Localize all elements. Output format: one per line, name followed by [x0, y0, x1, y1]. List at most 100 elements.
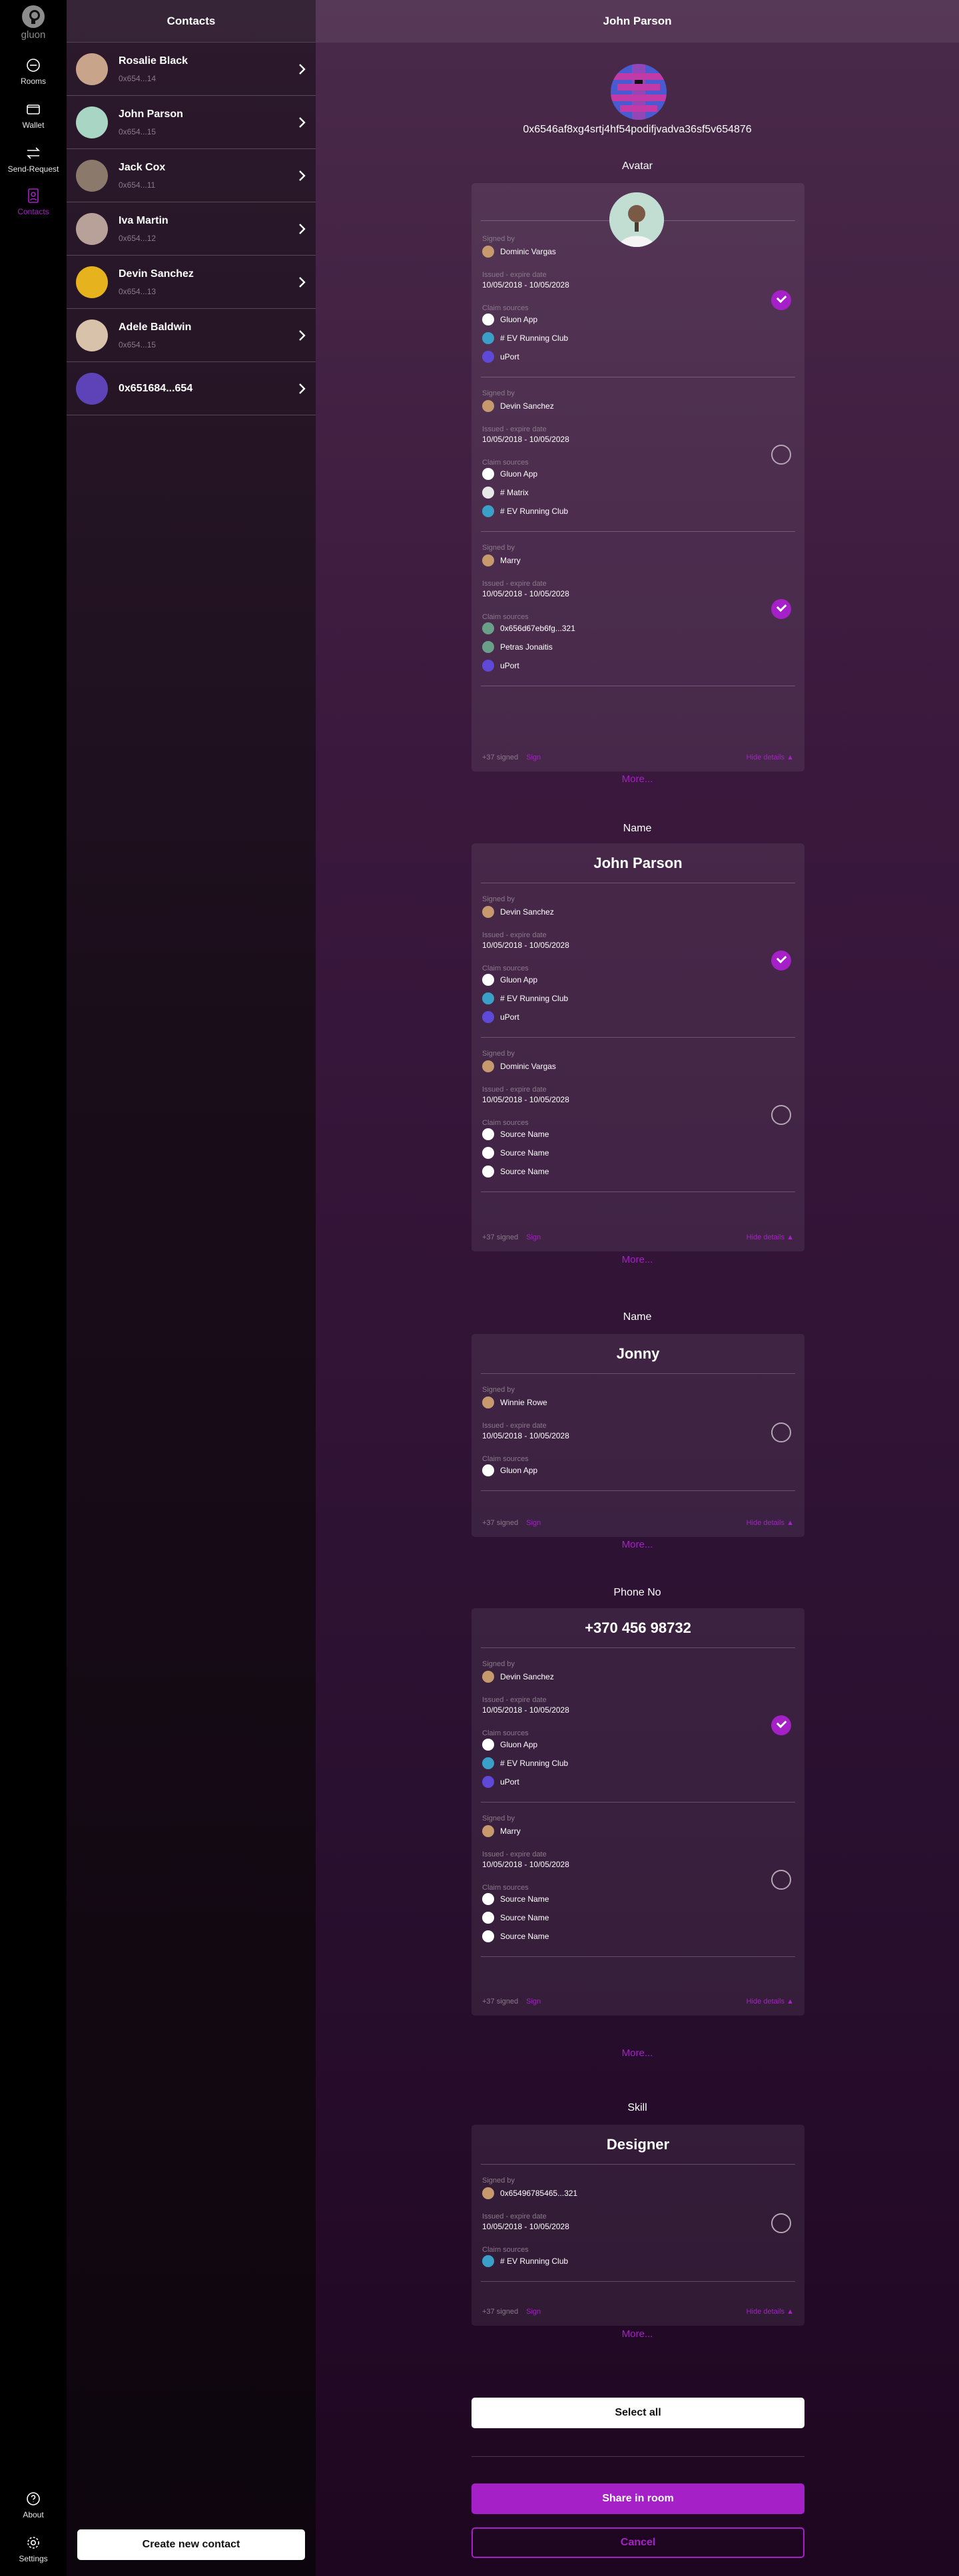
signed-by-label: Signed by [482, 1815, 515, 1823]
hide-details-link[interactable]: Hide details ▲ [747, 1988, 794, 2016]
claim-sources-label: Claim sources [482, 304, 529, 312]
select-all-button[interactable]: Select all [472, 2398, 804, 2428]
claim-source: # EV Running Club [482, 2255, 568, 2267]
signature-block: Signed by Marry Issued - expire date 10/05/… [481, 532, 795, 686]
source-icon [482, 1776, 494, 1788]
chevron-right-icon [299, 170, 306, 181]
sign-link[interactable]: Sign [526, 753, 541, 761]
more-link-skill[interactable]: More... [316, 2328, 959, 2340]
signer-avatar [482, 1396, 494, 1408]
avatar [76, 53, 108, 85]
contact-row[interactable]: Rosalie Black 0x654...14 [67, 43, 316, 96]
card-footer: +37 signed Sign Hide details ▲ [482, 1223, 794, 1251]
select-signature-checkbox[interactable] [771, 951, 791, 970]
source-icon [482, 314, 494, 325]
contact-text: Iva Martin 0x654...12 [119, 215, 168, 243]
source-icon [482, 1893, 494, 1905]
chevron-right-icon [299, 383, 306, 394]
sign-link[interactable]: Sign [526, 2308, 541, 2316]
brand-name: gluon [21, 29, 46, 41]
contact-row[interactable]: John Parson 0x654...15 [67, 96, 316, 149]
signer-name: 0x65496785465...321 [500, 2189, 578, 2198]
issue-dates: 10/05/2018 - 10/05/2028 [482, 1431, 569, 1440]
select-signature-checkbox[interactable] [771, 445, 791, 465]
signer-avatar [482, 400, 494, 412]
nav-contacts[interactable]: Contacts [0, 188, 67, 216]
claim-source: # EV Running Club [482, 332, 568, 344]
sign-link[interactable]: Sign [526, 1519, 541, 1527]
create-contact-button[interactable]: Create new contact [77, 2529, 305, 2560]
signer-avatar [482, 554, 494, 566]
nav-rooms[interactable]: Rooms [0, 57, 67, 86]
contact-row[interactable]: Devin Sanchez 0x654...13 [67, 256, 316, 309]
hide-details-link[interactable]: Hide details ▲ [747, 744, 794, 771]
signer-avatar [482, 1671, 494, 1683]
signer-name: Marry [500, 556, 521, 565]
select-signature-checkbox[interactable] [771, 599, 791, 619]
nav-wallet[interactable]: Wallet [0, 101, 67, 130]
contacts-title: Contacts [67, 0, 316, 43]
claim-source-name: uPort [500, 661, 519, 670]
chevron-right-icon [299, 64, 306, 75]
contact-name: Iva Martin [119, 214, 168, 226]
contact-text: Rosalie Black 0x654...14 [119, 55, 188, 83]
select-signature-checkbox[interactable] [771, 1422, 791, 1442]
section-label-name-alt: Name [623, 1311, 652, 1323]
issued-label: Issued - expire date [482, 580, 547, 588]
contact-row[interactable]: Adele Baldwin 0x654...15 [67, 309, 316, 362]
hide-details-link[interactable]: Hide details ▲ [747, 2298, 794, 2326]
hide-details-link[interactable]: Hide details ▲ [747, 1509, 794, 1537]
nav-settings[interactable]: Settings [0, 2535, 67, 2563]
source-icon [482, 351, 494, 363]
issue-dates: 10/05/2018 - 10/05/2028 [482, 1860, 569, 1869]
source-icon [482, 1128, 494, 1140]
cancel-button[interactable]: Cancel [472, 2527, 804, 2558]
source-icon [482, 1166, 494, 1178]
signed-by-label: Signed by [482, 1386, 515, 1394]
more-link-avatar[interactable]: More... [316, 773, 959, 785]
claim-source: uPort [482, 351, 519, 363]
claim-sources-label: Claim sources [482, 1729, 529, 1737]
signature-block: Signed by Dominic Vargas Issued - expire d… [481, 1038, 795, 1192]
more-link-nickname[interactable]: More... [316, 1539, 959, 1550]
select-signature-checkbox[interactable] [771, 1105, 791, 1125]
issued-label: Issued - expire date [482, 2213, 547, 2221]
share-in-room-button[interactable]: Share in room [472, 2483, 804, 2514]
nav-send-request-label: Send-Request [7, 164, 59, 174]
select-signature-checkbox[interactable] [771, 1870, 791, 1890]
contact-row[interactable]: Iva Martin 0x654...12 [67, 202, 316, 256]
contact-name: John Parson [119, 108, 183, 120]
claim-source: Gluon App [482, 1464, 537, 1476]
contact-row[interactable]: Jack Cox 0x654...11 [67, 149, 316, 202]
contact-row[interactable]: 0x651684...654 [67, 362, 316, 415]
signature-block: Signed by 0x65496785465...321 Issued - exp… [481, 2165, 795, 2282]
more-link-name[interactable]: More... [316, 1254, 959, 1265]
section-label-avatar: Avatar [622, 160, 653, 172]
more-link-phone[interactable]: More... [316, 2047, 959, 2059]
contact-address: 0x654...12 [119, 233, 157, 243]
sign-link[interactable]: Sign [526, 1998, 541, 2006]
hide-details-link[interactable]: Hide details ▲ [747, 1223, 794, 1251]
claim-source: Source Name [482, 1147, 549, 1159]
signed-by-label: Signed by [482, 895, 515, 903]
issued-label: Issued - expire date [482, 1850, 547, 1858]
select-signature-checkbox[interactable] [771, 290, 791, 310]
claim-source: Source Name [482, 1912, 549, 1924]
sign-link[interactable]: Sign [526, 1233, 541, 1241]
signature-block: Signed by Devin Sanchez Issued - expire da… [481, 1648, 795, 1803]
select-signature-checkbox[interactable] [771, 1715, 791, 1735]
nav-about[interactable]: About [0, 2491, 67, 2519]
contact-address: 0x6546af8xg4srtj4hf54podifjvadva36sf5v65… [523, 124, 752, 135]
contact-address: 0x654...15 [119, 339, 157, 349]
nav-send-request[interactable]: Send-Request [0, 145, 67, 174]
issue-dates: 10/05/2018 - 10/05/2028 [482, 280, 569, 290]
issue-dates: 10/05/2018 - 10/05/2028 [482, 1705, 569, 1715]
claim-sources-label: Claim sources [482, 965, 529, 972]
signer: Marry [482, 1825, 521, 1837]
nav-about-label: About [23, 2510, 44, 2519]
claim-source-name: uPort [500, 1777, 519, 1787]
signer-avatar [482, 906, 494, 918]
claim-source-name: # EV Running Club [500, 1759, 569, 1768]
contact-address: 0x654...13 [119, 286, 157, 296]
select-signature-checkbox[interactable] [771, 2213, 791, 2233]
